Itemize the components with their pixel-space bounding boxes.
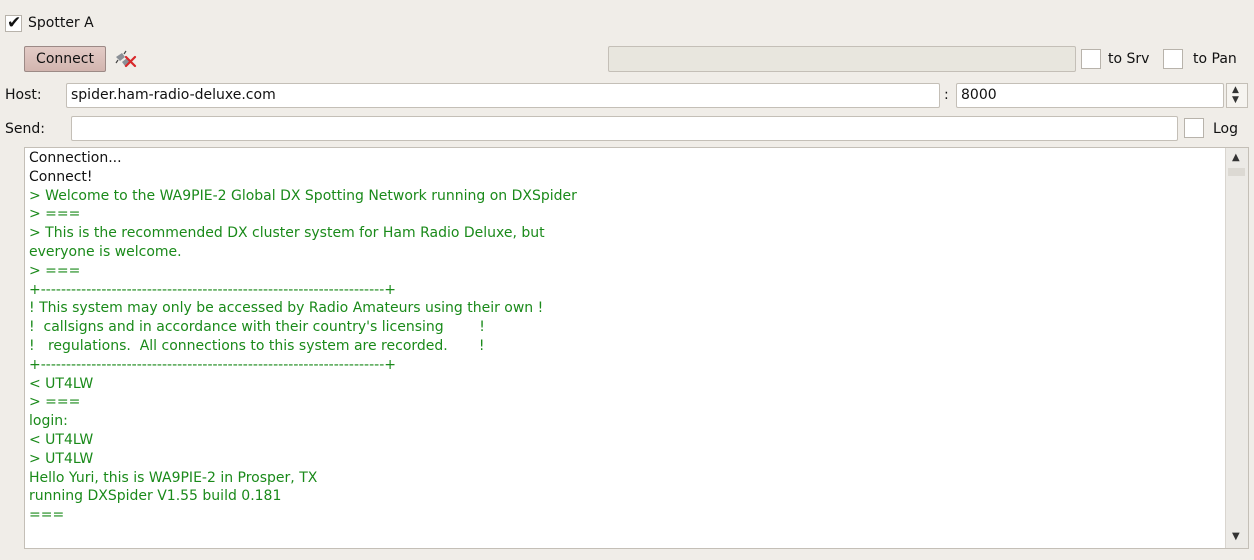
scroll-up-icon[interactable]: ▲ <box>1232 152 1240 163</box>
log-label: Log <box>1213 121 1239 137</box>
send-input[interactable] <box>71 116 1178 141</box>
log-line: +---------------------------------------… <box>29 281 396 298</box>
spotter-label: Spotter A <box>28 15 94 31</box>
log-line: running DXSpider V1.55 build 0.181 <box>29 488 282 505</box>
log-line: Connect! <box>29 168 93 185</box>
log-line: > === <box>29 206 81 223</box>
host-label: Host: <box>5 87 42 103</box>
log-lines: Connection... Connect! > Welcome to the WA… <box>29 149 577 525</box>
log-line: Connection... <box>29 150 122 166</box>
send-label: Send: <box>5 121 45 137</box>
log-line: +---------------------------------------… <box>29 356 396 373</box>
connect-button[interactable]: Connect <box>24 46 106 72</box>
host-input[interactable]: spider.ham-radio-deluxe.com <box>66 83 940 108</box>
log-console[interactable]: Connection... Connect! > Welcome to the WA… <box>24 147 1249 549</box>
log-line: < UT4LW <box>29 375 94 392</box>
log-line: ! callsigns and in accordance with their… <box>29 319 485 336</box>
log-line: Hello Yuri, this is WA9PIE-2 in Prosper,… <box>29 469 318 486</box>
log-line: > This is the recommended DX cluster sys… <box>29 225 545 242</box>
to-srv-checkbox[interactable] <box>1081 49 1101 69</box>
log-line: ! This system may only be accessed by Ra… <box>29 300 544 317</box>
spotter-checkbox[interactable]: ✔ <box>5 13 22 33</box>
log-line: < UT4LW <box>29 431 94 448</box>
checkmark-icon: ✔ <box>7 13 22 33</box>
spin-down-icon[interactable]: ▼ <box>1232 95 1239 105</box>
log-line: > === <box>29 394 81 411</box>
port-spinner[interactable]: ▲ ▼ <box>1226 83 1248 108</box>
scroll-down-icon[interactable]: ▼ <box>1232 531 1240 542</box>
log-line: ! regulations. All connections to this s… <box>29 337 485 354</box>
status-field <box>608 46 1076 72</box>
port-input[interactable]: 8000 <box>956 83 1224 108</box>
log-line: > UT4LW <box>29 450 94 467</box>
scroll-thumb[interactable] <box>1228 168 1245 176</box>
port-separator: : <box>944 87 949 103</box>
to-pan-label: to Pan <box>1193 51 1237 67</box>
to-pan-checkbox[interactable] <box>1163 49 1183 69</box>
log-scrollbar[interactable]: ▲ ▼ <box>1225 148 1248 548</box>
log-line: everyone is welcome. <box>29 243 182 260</box>
log-checkbox[interactable] <box>1184 118 1204 138</box>
spin-up-icon[interactable]: ▲ <box>1232 85 1239 95</box>
disconnect-icon[interactable] <box>113 48 137 70</box>
log-line: > === <box>29 262 81 279</box>
log-line: > Welcome to the WA9PIE-2 Global DX Spot… <box>29 187 577 204</box>
log-line: login: <box>29 413 68 430</box>
to-srv-label: to Srv <box>1108 51 1150 67</box>
log-line: === <box>29 507 65 524</box>
